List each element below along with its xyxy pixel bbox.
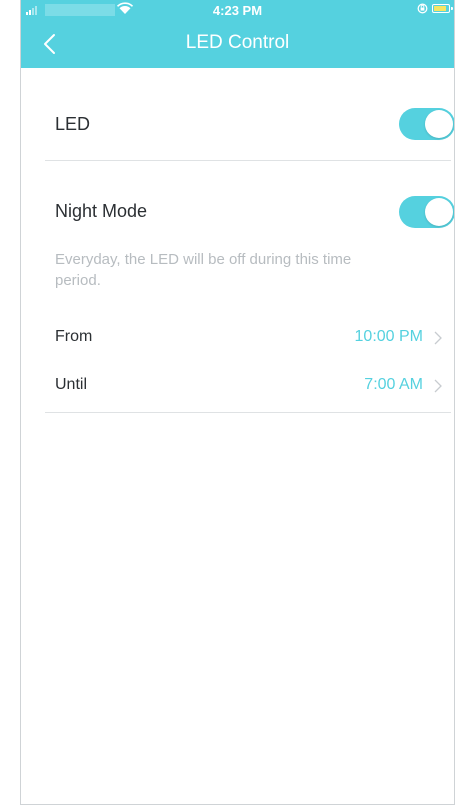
led-label: LED [55, 114, 91, 134]
divider [45, 412, 451, 413]
night-mode-toggle[interactable] [399, 196, 454, 228]
battery-charging-icon [432, 4, 453, 13]
phone-screen: 4:23 PM LED Control LED Night Mode Every… [20, 0, 455, 805]
night-mode-description: Everyday, the LED will be off during thi… [55, 251, 352, 289]
from-label: From [55, 328, 93, 345]
from-time-value: 10:00 PM [354, 328, 423, 345]
divider [45, 160, 451, 161]
until-label: Until [55, 376, 88, 393]
status-time: 4:23 PM [212, 3, 263, 18]
from-time-row[interactable]: From 10:00 PM [45, 318, 451, 358]
chevron-right-icon [434, 331, 442, 345]
status-right-icons [417, 3, 453, 14]
navigation-bar: LED Control [21, 20, 454, 68]
page-title: LED Control [185, 32, 290, 53]
toggle-knob [425, 110, 453, 138]
night-mode-label: Night Mode [55, 201, 148, 221]
toggle-knob [425, 198, 453, 226]
chevron-right-icon [434, 379, 442, 393]
status-bar: 4:23 PM [21, 0, 454, 20]
led-toggle[interactable] [399, 108, 454, 140]
until-time-value: 7:00 AM [364, 376, 423, 393]
until-time-row[interactable]: Until 7:00 AM [45, 366, 451, 406]
orientation-lock-icon [417, 3, 428, 14]
